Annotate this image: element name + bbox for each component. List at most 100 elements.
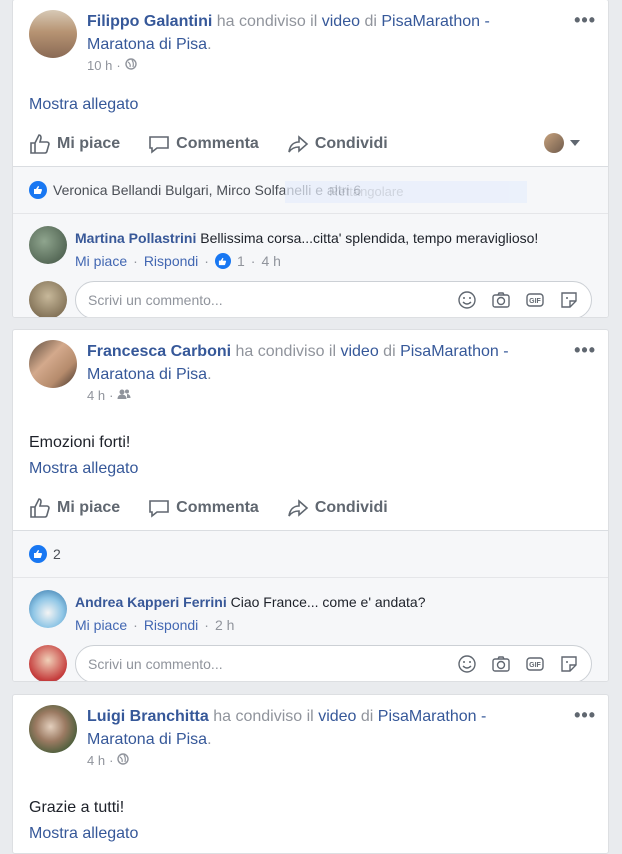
- like-button[interactable]: Mi piace: [29, 133, 120, 155]
- emoji-icon[interactable]: [457, 654, 477, 674]
- like-label: Mi piace: [57, 135, 121, 152]
- post-title: Filippo Galantini ha condiviso il video …: [87, 10, 592, 56]
- shared-text: ha condiviso il: [213, 708, 314, 725]
- of-text: di: [383, 343, 396, 360]
- comment-label: Commenta: [176, 135, 259, 152]
- more-options-icon[interactable]: •••: [574, 340, 596, 361]
- like-button[interactable]: Mi piace: [29, 497, 120, 519]
- footer-sep: ·: [250, 253, 256, 269]
- post-meta: 4 h ·: [87, 753, 592, 768]
- comment-like-count[interactable]: 1: [237, 253, 245, 269]
- action-bar: Mi piace Commenta Condividi: [13, 122, 608, 167]
- globe-icon: [117, 753, 130, 768]
- reactions-summary[interactable]: Veronica Bellandi Bulgari, Mirco Solfane…: [13, 167, 608, 214]
- shared-text: ha condiviso il: [216, 13, 318, 30]
- svg-text:GIF: GIF: [529, 298, 541, 305]
- share-label: Condividi: [314, 499, 388, 516]
- post-time[interactable]: 4 h: [87, 388, 105, 403]
- post-title: Francesca Carboni ha condiviso il video …: [87, 340, 592, 386]
- post-title: Luigi Branchitta ha condiviso il video d…: [87, 705, 592, 751]
- friends-icon: [117, 388, 131, 403]
- comment-button[interactable]: Commenta: [148, 133, 259, 155]
- gif-icon[interactable]: GIF: [525, 654, 545, 674]
- like-reaction-icon: [214, 253, 231, 269]
- avatar[interactable]: [29, 705, 77, 753]
- comment-button[interactable]: Commenta: [148, 497, 259, 519]
- meta-sep: ·: [116, 58, 121, 73]
- comment-placeholder: Scrivi un commento...: [88, 292, 223, 308]
- avatar: [544, 133, 564, 153]
- reaction-selector[interactable]: [544, 133, 580, 153]
- post-header: Francesca Carboni ha condiviso il video …: [13, 330, 608, 416]
- share-button[interactable]: Condividi: [287, 497, 388, 519]
- comment-like-link[interactable]: Mi piace: [75, 253, 127, 269]
- more-options-icon[interactable]: •••: [574, 10, 596, 31]
- author-link[interactable]: Luigi Branchitta: [87, 708, 209, 725]
- footer-sep: ·: [204, 617, 209, 633]
- comment-time[interactable]: 2 h: [215, 617, 234, 633]
- comment-compose: Scrivi un commento... GIF: [29, 281, 592, 317]
- gif-icon[interactable]: GIF: [525, 290, 545, 310]
- comment-time[interactable]: 4 h: [261, 253, 280, 269]
- comment-body: Andrea Kapperi Ferrini Ciao France... co…: [75, 593, 426, 612]
- like-reaction-icon: [29, 181, 47, 199]
- share-icon: [288, 135, 309, 153]
- title-dot: .: [207, 366, 212, 383]
- show-attachment-link[interactable]: Mostra allegato: [13, 458, 608, 480]
- post-card: Luigi Branchitta ha condiviso il video d…: [12, 694, 609, 854]
- comments-section: Andrea Kapperi Ferrini Ciao France... co…: [13, 578, 608, 681]
- comment-compose: Scrivi un commento... GIF: [29, 645, 592, 681]
- comment-input[interactable]: Scrivi un commento... GIF: [75, 281, 592, 317]
- comment-footer: Mi piace · Rispondi · 1 · 4 h: [75, 253, 538, 269]
- svg-text:GIF: GIF: [529, 662, 541, 669]
- show-attachment-link[interactable]: Mostra allegato: [13, 94, 608, 116]
- of-text: di: [360, 708, 374, 725]
- like-label: Mi piace: [57, 499, 121, 516]
- like-reaction-icon: [29, 545, 47, 563]
- avatar[interactable]: [29, 340, 77, 388]
- sticker-icon[interactable]: [559, 654, 579, 674]
- avatar[interactable]: [29, 590, 67, 628]
- comments-section: Martina Pollastrini Bellissima corsa...c…: [13, 214, 608, 317]
- comment-input[interactable]: Scrivi un commento... GIF: [75, 645, 592, 681]
- author-link[interactable]: Francesca Carboni: [87, 343, 231, 360]
- video-link[interactable]: video: [322, 13, 360, 30]
- avatar[interactable]: [29, 10, 77, 58]
- avatar[interactable]: [29, 226, 67, 264]
- meta-sep: ·: [109, 753, 114, 768]
- show-attachment-link[interactable]: Mostra allegato: [13, 823, 608, 845]
- video-link[interactable]: video: [340, 343, 378, 360]
- comment-reply-link[interactable]: Rispondi: [144, 617, 198, 633]
- commenter-name[interactable]: Andrea Kapperi Ferrini: [75, 594, 227, 610]
- comment-item: Martina Pollastrini Bellissima corsa...c…: [29, 226, 592, 269]
- post-meta: 4 h ·: [87, 388, 592, 403]
- of-text: di: [364, 13, 377, 30]
- camera-icon[interactable]: [491, 290, 511, 310]
- reactions-count[interactable]: 2: [53, 546, 61, 562]
- emoji-icon[interactable]: [457, 290, 477, 310]
- share-button[interactable]: Condividi: [287, 133, 388, 155]
- comment-footer: Mi piace · Rispondi · 2 h: [75, 617, 426, 633]
- share-icon: [288, 499, 309, 517]
- footer-sep: ·: [204, 253, 209, 269]
- thumb-up-icon: [30, 134, 50, 154]
- chevron-down-icon: [570, 140, 580, 146]
- author-link[interactable]: Filippo Galantini: [87, 13, 212, 30]
- comment-text: Ciao France... come e' andata?: [230, 594, 426, 610]
- commenter-name[interactable]: Martina Pollastrini: [75, 230, 196, 246]
- video-link[interactable]: video: [318, 708, 356, 725]
- share-label: Condividi: [314, 135, 388, 152]
- comment-reply-link[interactable]: Rispondi: [144, 253, 198, 269]
- comment-like-link[interactable]: Mi piace: [75, 617, 127, 633]
- reactions-summary[interactable]: 2: [13, 531, 608, 578]
- comment-icon: [149, 136, 169, 154]
- camera-icon[interactable]: [491, 654, 511, 674]
- more-options-icon[interactable]: •••: [574, 705, 596, 726]
- sticker-icon[interactable]: [559, 290, 579, 310]
- post-time[interactable]: 10 h: [87, 58, 112, 73]
- footer-sep: ·: [133, 253, 138, 269]
- post-card: Francesca Carboni ha condiviso il video …: [12, 329, 609, 682]
- post-time[interactable]: 4 h: [87, 753, 105, 768]
- post-meta: 10 h ·: [87, 58, 592, 73]
- comment-item: Andrea Kapperi Ferrini Ciao France... co…: [29, 590, 592, 633]
